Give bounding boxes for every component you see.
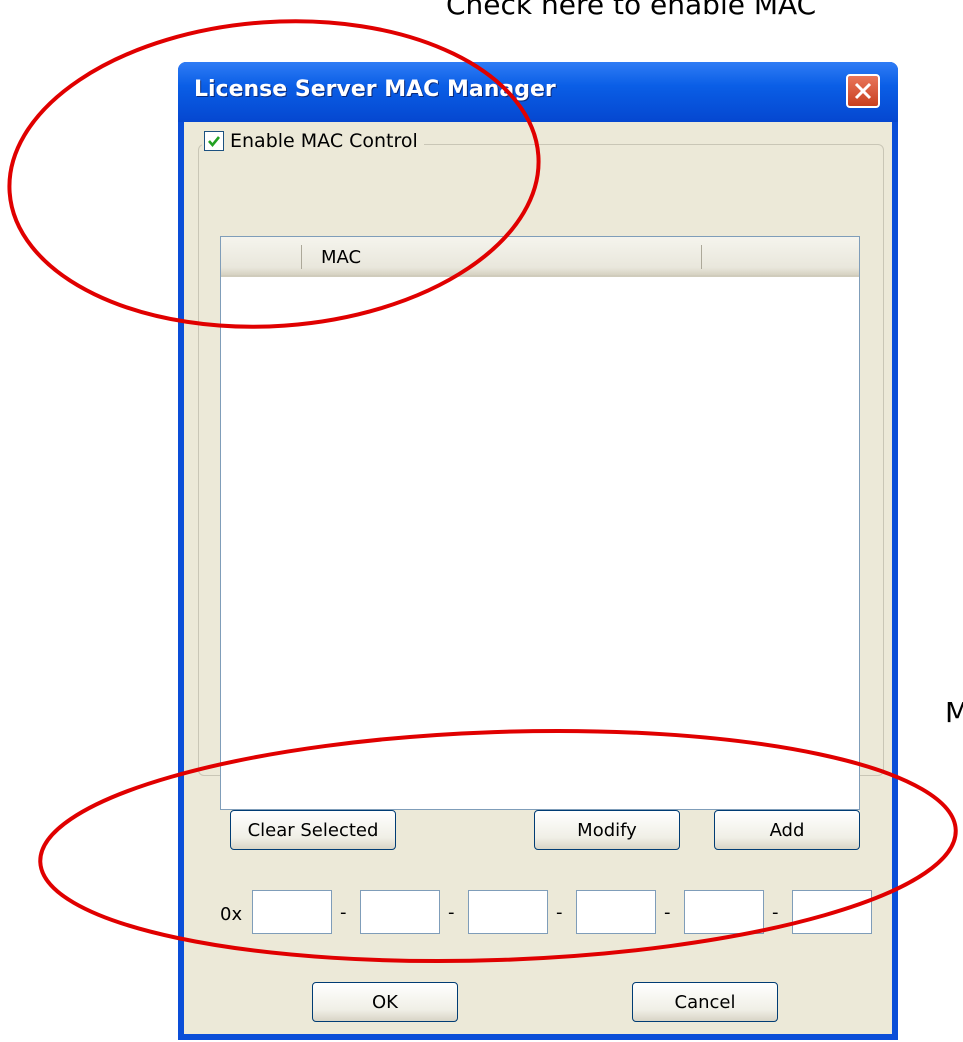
dialog-client-area: Enable MAC Control MAC Clear Selected Mo… bbox=[184, 122, 892, 1034]
modify-button[interactable]: Modify bbox=[534, 810, 680, 850]
octet-separator: - bbox=[448, 902, 455, 923]
octet-separator: - bbox=[772, 902, 779, 923]
checkmark-icon bbox=[208, 136, 221, 148]
mac-list[interactable]: MAC bbox=[220, 236, 860, 810]
cancel-button[interactable]: Cancel bbox=[632, 982, 778, 1022]
column-separator[interactable] bbox=[301, 245, 302, 269]
annotation-callout-middle: M bbox=[945, 696, 963, 729]
column-header-mac[interactable]: MAC bbox=[321, 247, 361, 268]
ok-button[interactable]: OK bbox=[312, 982, 458, 1022]
column-separator[interactable] bbox=[701, 245, 702, 269]
hex-prefix-label: 0x bbox=[220, 904, 243, 925]
mac-manager-dialog: License Server MAC Manager Enable MAC Co… bbox=[178, 62, 898, 1040]
enable-mac-control[interactable]: Enable MAC Control bbox=[202, 130, 424, 152]
close-button[interactable] bbox=[846, 74, 880, 108]
octet-separator: - bbox=[664, 902, 671, 923]
close-icon bbox=[854, 82, 872, 100]
mac-octet-4-field[interactable] bbox=[576, 890, 656, 934]
mac-octet-1-field[interactable] bbox=[252, 890, 332, 934]
mac-list-header: MAC bbox=[221, 237, 859, 277]
title-bar[interactable]: License Server MAC Manager bbox=[178, 62, 898, 122]
annotation-callout-top: Check here to enable MAC bbox=[446, 0, 817, 21]
enable-mac-control-checkbox[interactable] bbox=[204, 131, 224, 151]
dialog-title: License Server MAC Manager bbox=[194, 77, 556, 102]
octet-separator: - bbox=[340, 902, 347, 923]
mac-octet-5-field[interactable] bbox=[684, 890, 764, 934]
add-button[interactable]: Add bbox=[714, 810, 860, 850]
mac-list-body[interactable] bbox=[221, 277, 859, 809]
enable-mac-control-label: Enable MAC Control bbox=[230, 130, 418, 152]
octet-separator: - bbox=[556, 902, 563, 923]
clear-selected-button[interactable]: Clear Selected bbox=[230, 810, 396, 850]
mac-octet-6-field[interactable] bbox=[792, 890, 872, 934]
mac-octet-2-field[interactable] bbox=[360, 890, 440, 934]
mac-octet-3-field[interactable] bbox=[468, 890, 548, 934]
